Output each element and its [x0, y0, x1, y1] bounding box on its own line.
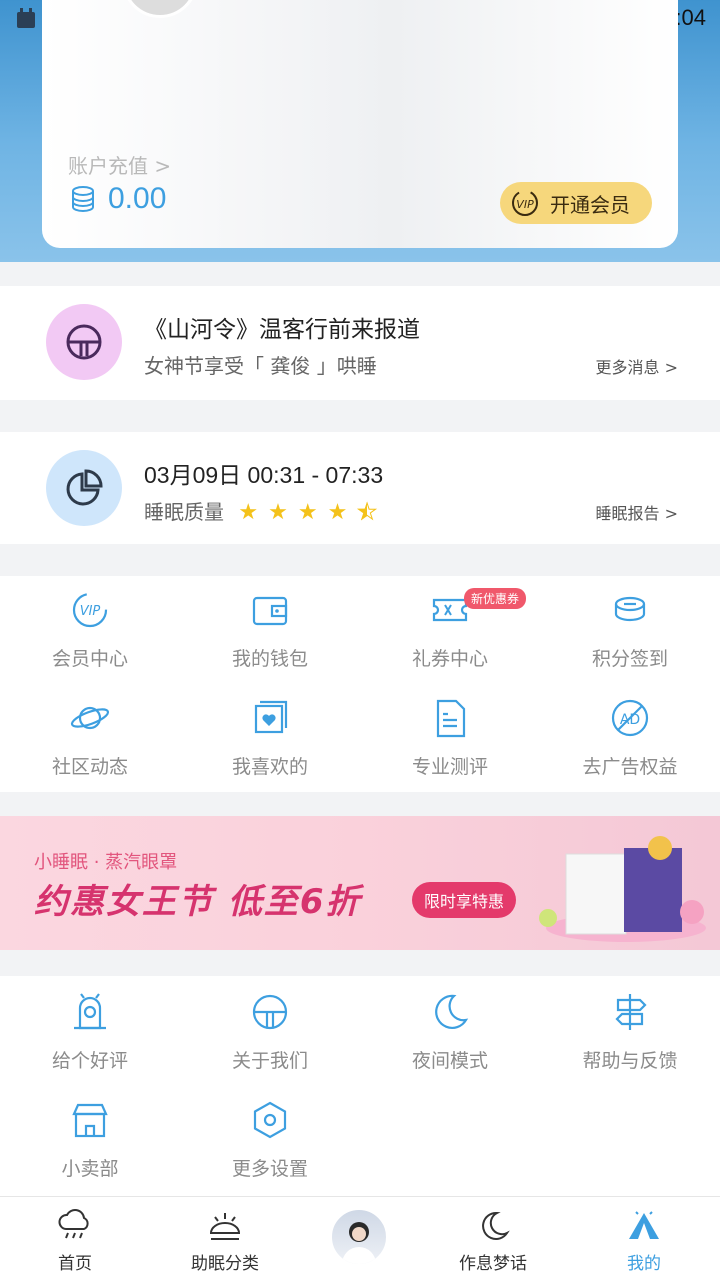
- tab-label: 助眠分类: [191, 1254, 259, 1274]
- coupon-badge: 新优惠券: [464, 588, 527, 609]
- sleep-quality-label: 睡眠质量: [144, 500, 224, 524]
- more-item[interactable]: 小卖部: [0, 1098, 180, 1181]
- star-icon: ★: [268, 500, 288, 525]
- vip-icon: VIP: [72, 592, 108, 628]
- sleep-icon-circle: [46, 450, 122, 526]
- cloud-rain-icon: [58, 1209, 89, 1239]
- balance: 0.00: [70, 182, 166, 216]
- feature-item[interactable]: VIP 会员中心: [0, 588, 180, 671]
- svg-text:VIP: VIP: [80, 604, 101, 619]
- planet-icon: [70, 706, 110, 730]
- banner-button[interactable]: 限时享特惠: [412, 882, 516, 918]
- tab-label: 首页: [58, 1254, 92, 1274]
- shop-icon: [72, 1103, 108, 1138]
- tent-icon: [629, 1211, 659, 1239]
- star-icon: ★: [327, 500, 348, 525]
- feature-item-label: 专业测评: [411, 756, 488, 778]
- feature-item-label: 我喜欢的: [231, 756, 308, 778]
- feature-item[interactable]: 我喜欢的: [180, 696, 360, 779]
- feature-item-label: 去广告权益: [582, 756, 678, 778]
- more-item-label: 帮助与反馈: [582, 1050, 678, 1072]
- feature-item-label: 积分签到: [591, 648, 668, 670]
- person-avatar-image: [342, 1222, 376, 1264]
- feature-item[interactable]: 积分签到: [540, 588, 720, 671]
- more-item-label: 夜间模式: [411, 1050, 488, 1072]
- more-item-label: 小卖部: [61, 1158, 119, 1180]
- tab-mine[interactable]: 我的: [572, 1197, 716, 1280]
- sleep-time-range: 03月09日 00:31 - 07:33: [144, 462, 384, 488]
- more-item-label: 给个好评: [51, 1050, 128, 1072]
- pie-chart-icon: [66, 469, 103, 506]
- tab-routine[interactable]: 作息梦话: [421, 1197, 565, 1280]
- star-icon: ★: [297, 500, 318, 525]
- product-box-image: [539, 836, 706, 942]
- user-avatar[interactable]: [122, 0, 198, 18]
- center-player-avatar[interactable]: [330, 1208, 388, 1266]
- sleep-quality: 睡眠质量 ★ ★ ★ ★ ★: [144, 496, 387, 526]
- more-item[interactable]: 夜间模式: [360, 990, 540, 1073]
- tab-sleep-aid[interactable]: 助眠分类: [153, 1197, 297, 1280]
- profile-page: 6:04 账户充值 > 0.00 VIP 开通会员 《山河令》温客行前来报道 女…: [0, 0, 720, 1280]
- news-section[interactable]: 《山河令》温客行前来报道 女神节享受「 龚俊 」哄睡 更多消息 >: [0, 286, 720, 400]
- steering-wheel-icon: [66, 324, 102, 360]
- more-item-label: 关于我们: [231, 1050, 308, 1072]
- settings-icon: [253, 1101, 287, 1139]
- points-icon: [614, 596, 646, 622]
- more-item[interactable]: 关于我们: [180, 990, 360, 1073]
- open-vip-label: 开通会员: [550, 192, 630, 217]
- android-notification-icon: [17, 8, 35, 28]
- feature-item[interactable]: AD 去广告权益: [540, 696, 720, 779]
- feature-item-label: 我的钱包: [231, 648, 308, 670]
- sleep-section[interactable]: 03月09日 00:31 - 07:33 睡眠质量 ★ ★ ★ ★ ★ 睡眠报告 >: [0, 432, 720, 544]
- tab-label: 我的: [627, 1254, 661, 1274]
- feature-item-label: 礼券中心: [411, 648, 488, 670]
- more-item[interactable]: 更多设置: [180, 1098, 360, 1181]
- open-vip-button[interactable]: VIP 开通会员: [500, 182, 652, 224]
- moon-icon: [482, 1211, 510, 1240]
- news-icon-circle: [46, 304, 122, 380]
- account-recharge-link[interactable]: 账户充值 >: [68, 150, 171, 179]
- wallet-icon: [252, 596, 288, 626]
- balance-value: 0.00: [108, 182, 167, 215]
- sunrise-icon: [209, 1213, 241, 1240]
- more-item-label: 更多设置: [231, 1158, 308, 1180]
- more-item[interactable]: 给个好评: [0, 990, 180, 1073]
- feature-item[interactable]: 我的钱包: [180, 588, 360, 671]
- feature-item-label: 会员中心: [51, 648, 128, 670]
- about-icon: [252, 994, 288, 1030]
- feature-item[interactable]: 礼券中心 新优惠券: [360, 588, 540, 671]
- tab-label: 作息梦话: [459, 1254, 527, 1274]
- star-icon: ★: [357, 500, 378, 526]
- feature-item-label: 社区动态: [51, 756, 128, 778]
- banner-subtitle: 小睡眠 · 蒸汽眼罩: [34, 852, 178, 873]
- sleep-report-link[interactable]: 睡眠报告 >: [596, 500, 679, 524]
- more-item[interactable]: 帮助与反馈: [540, 990, 720, 1073]
- feature-item[interactable]: 社区动态: [0, 696, 180, 779]
- banner-title: 约惠女王节 低至6折: [34, 882, 362, 922]
- moon-icon: [435, 994, 469, 1029]
- rate-icon: [74, 993, 106, 1030]
- tab-home[interactable]: 首页: [3, 1197, 147, 1280]
- star-icon: ★: [238, 500, 259, 525]
- news-subtitle: 女神节享受「 龚俊 」哄睡: [144, 354, 377, 378]
- no-ad-icon: AD: [611, 699, 649, 737]
- favorite-icon: [254, 700, 288, 734]
- coins-icon: [72, 186, 94, 213]
- sleep-rating: ★ ★ ★ ★ ★: [238, 500, 387, 526]
- vip-icon: VIP: [512, 190, 538, 216]
- feature-item[interactable]: 专业测评: [360, 696, 540, 779]
- svg-text:VIP: VIP: [516, 198, 534, 211]
- more-news-link[interactable]: 更多消息 >: [596, 354, 679, 378]
- signpost-icon: [615, 994, 647, 1030]
- news-title: 《山河令》温客行前来报道: [144, 317, 420, 343]
- promo-banner[interactable]: 小睡眠 · 蒸汽眼罩 约惠女王节 低至6折 限时享特惠: [0, 816, 720, 950]
- document-icon: [436, 699, 466, 738]
